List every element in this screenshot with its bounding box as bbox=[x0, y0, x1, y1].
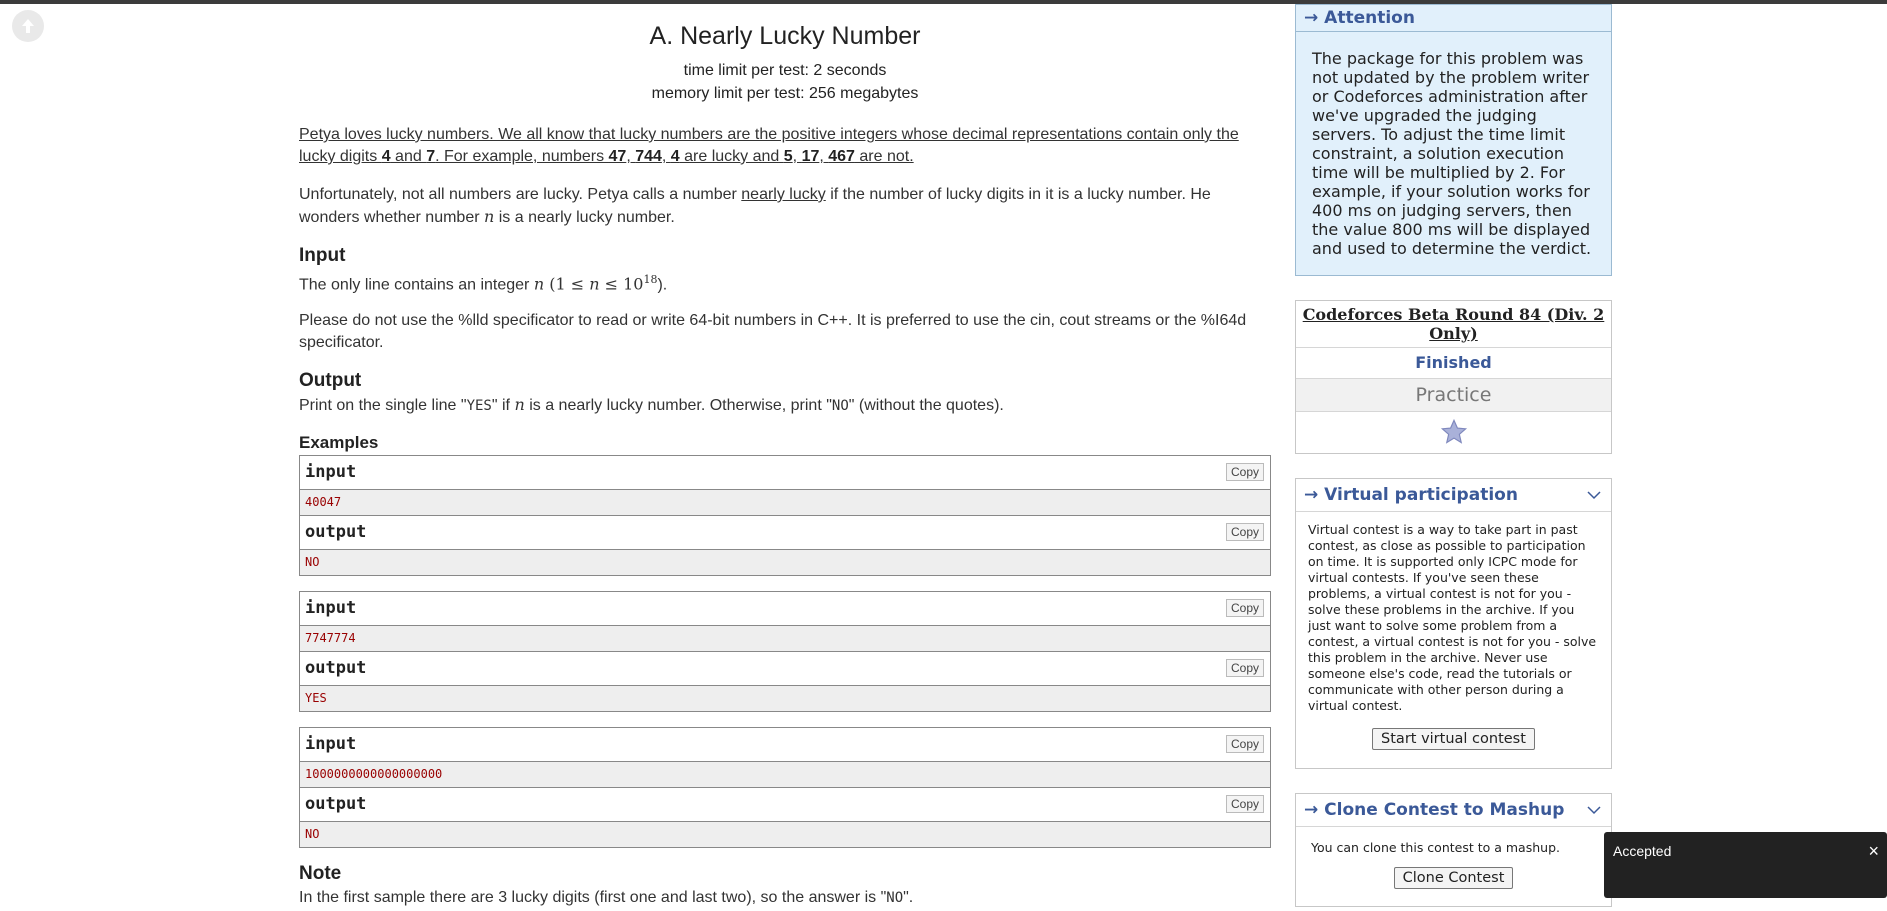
sample-output-header: output Copy bbox=[300, 516, 1270, 551]
output-title: Output bbox=[299, 370, 362, 392]
sample-input-header: input Copy bbox=[300, 456, 1270, 491]
sample-test: input Copy 1000000000000000000 output Co… bbox=[299, 727, 1271, 849]
close-icon[interactable]: × bbox=[1868, 841, 1879, 862]
note-text: In the first sample there are 3 lucky di… bbox=[299, 889, 914, 907]
copy-button[interactable]: Copy bbox=[1225, 523, 1264, 542]
sample-output-value: YES bbox=[300, 686, 1270, 712]
sample-test: input Copy 40047 output Copy NO bbox=[299, 455, 1271, 577]
attention-box: → Attention The package for this problem… bbox=[1295, 4, 1612, 276]
virtual-participation-box: → Virtual participation Virtual contest … bbox=[1295, 478, 1612, 769]
copy-button[interactable]: Copy bbox=[1225, 795, 1264, 814]
legend-paragraph-1: Petya loves lucky numbers. We all know t… bbox=[299, 126, 1239, 165]
sample-output-header: output Copy bbox=[300, 788, 1270, 823]
sample-input-value: 1000000000000000000 bbox=[300, 762, 1270, 789]
clone-description: You can clone this contest to a mashup. bbox=[1311, 840, 1560, 855]
clone-title[interactable]: → Clone Contest to Mashup bbox=[1296, 794, 1611, 827]
limits: time limit per test: 2 seconds memory li… bbox=[299, 59, 1271, 105]
chevron-down-icon[interactable] bbox=[1587, 488, 1601, 502]
copy-button[interactable]: Copy bbox=[1225, 659, 1264, 678]
copy-button[interactable]: Copy bbox=[1225, 735, 1264, 754]
clone-contest-button[interactable]: Clone Contest bbox=[1393, 867, 1514, 889]
sample-output-header: output Copy bbox=[300, 652, 1270, 687]
chevron-down-icon[interactable] bbox=[1587, 803, 1601, 817]
time-limit: time limit per test: 2 seconds bbox=[683, 62, 887, 79]
problem-statement: A. Nearly Lucky Number time limit per te… bbox=[299, 0, 1271, 909]
practice-label: Practice bbox=[1296, 379, 1611, 412]
input-note: Please do not use the %lld specificator … bbox=[299, 312, 1247, 352]
attention-title: → Attention bbox=[1296, 5, 1611, 32]
virtual-title[interactable]: → Virtual participation bbox=[1296, 479, 1611, 512]
input-spec: The only line contains an integer n (1 ≤… bbox=[299, 273, 668, 294]
examples-title: Examples bbox=[299, 433, 379, 453]
note-title: Note bbox=[299, 863, 342, 885]
output-spec: Print on the single line "YES" if n is a… bbox=[299, 395, 1004, 415]
contest-name-link[interactable]: Codeforces Beta Round 84 (Div. 2 Only) bbox=[1296, 301, 1611, 348]
sample-output-value: NO bbox=[300, 822, 1270, 848]
star-icon bbox=[1440, 418, 1467, 444]
sample-input-header: input Copy bbox=[300, 728, 1270, 763]
memory-limit: memory limit per test: 256 megabytes bbox=[651, 85, 919, 102]
sample-input-header: input Copy bbox=[300, 592, 1270, 627]
copy-button[interactable]: Copy bbox=[1225, 599, 1264, 618]
sample-test: input Copy 7747774 output Copy YES bbox=[299, 591, 1271, 713]
sample-input-value: 7747774 bbox=[300, 626, 1270, 653]
problem-title: A. Nearly Lucky Number bbox=[649, 22, 921, 50]
toast-message: Accepted bbox=[1613, 843, 1672, 859]
input-title: Input bbox=[299, 245, 346, 266]
copy-button[interactable]: Copy bbox=[1225, 463, 1264, 482]
clone-contest-box: → Clone Contest to Mashup You can clone … bbox=[1295, 793, 1612, 907]
contest-phase: Finished bbox=[1296, 348, 1611, 379]
scroll-up-button[interactable] bbox=[12, 10, 44, 42]
nearly-lucky-term: nearly lucky bbox=[741, 186, 826, 203]
legend-paragraph-2: Unfortunately, not all numbers are lucky… bbox=[299, 186, 1211, 226]
sample-input-value: 40047 bbox=[300, 490, 1270, 517]
back-arrow-icon bbox=[22, 19, 34, 33]
sample-output-value: NO bbox=[300, 550, 1270, 576]
favourite-star[interactable] bbox=[1296, 412, 1611, 452]
attention-text: The package for this problem was not upd… bbox=[1312, 49, 1592, 258]
verdict-toast: Accepted × bbox=[1604, 832, 1887, 898]
virtual-description: Virtual contest is a way to take part in… bbox=[1308, 522, 1597, 713]
start-virtual-contest-button[interactable]: Start virtual contest bbox=[1372, 728, 1535, 750]
contest-info-box: Codeforces Beta Round 84 (Div. 2 Only) F… bbox=[1295, 300, 1612, 454]
